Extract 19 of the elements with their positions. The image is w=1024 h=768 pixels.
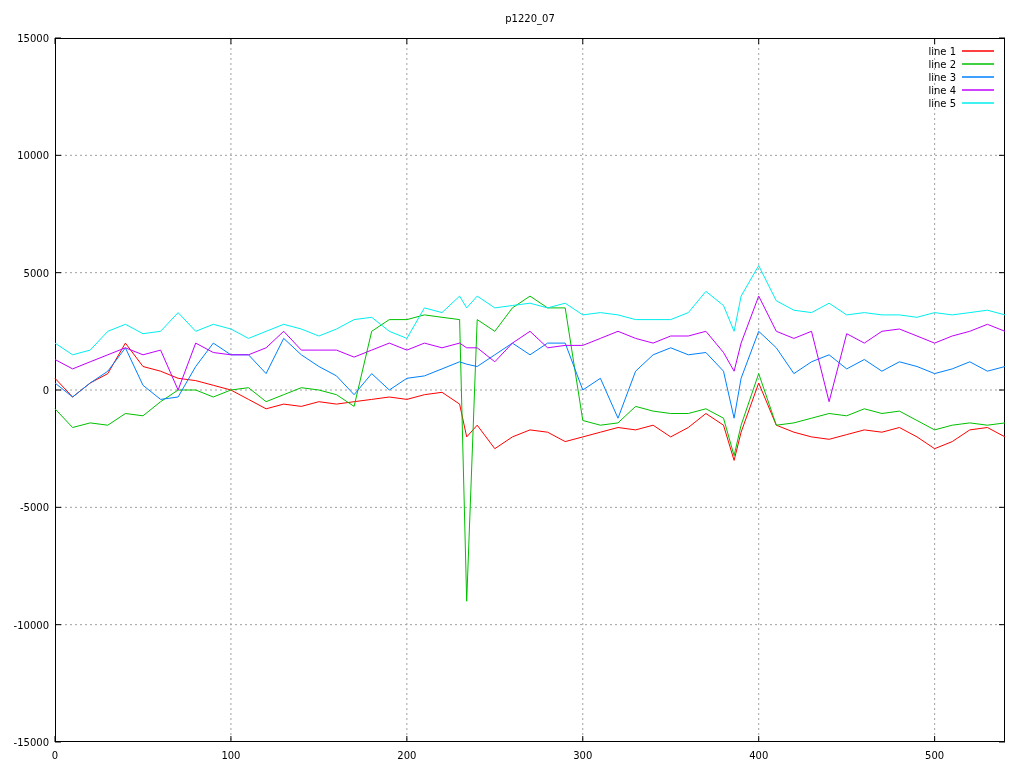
y-tick-label: 0 (42, 385, 49, 396)
x-tick-label: 300 (573, 750, 593, 761)
y-tick-label: 5000 (23, 267, 49, 279)
y-tick-label: -5000 (19, 502, 49, 514)
x-tick-label: 0 (51, 750, 59, 761)
y-tick-label: -10000 (13, 619, 49, 631)
legend-label: line 1 (928, 46, 956, 57)
y-tick-label: 10000 (17, 150, 49, 162)
y-tick-label: 15000 (17, 33, 49, 44)
x-tick-label: 400 (749, 750, 769, 761)
x-tick-label: 200 (397, 750, 417, 761)
legend-label: line 4 (928, 85, 956, 96)
y-tick-label: -15000 (13, 737, 49, 748)
legend-label: line 3 (928, 72, 956, 83)
x-tick-label: 100 (221, 750, 241, 761)
x-tick-label: 500 (925, 750, 945, 761)
legend-label: line 2 (928, 59, 956, 70)
chart-title: p1220_07 (505, 13, 555, 24)
legend-label: line 5 (928, 98, 956, 109)
